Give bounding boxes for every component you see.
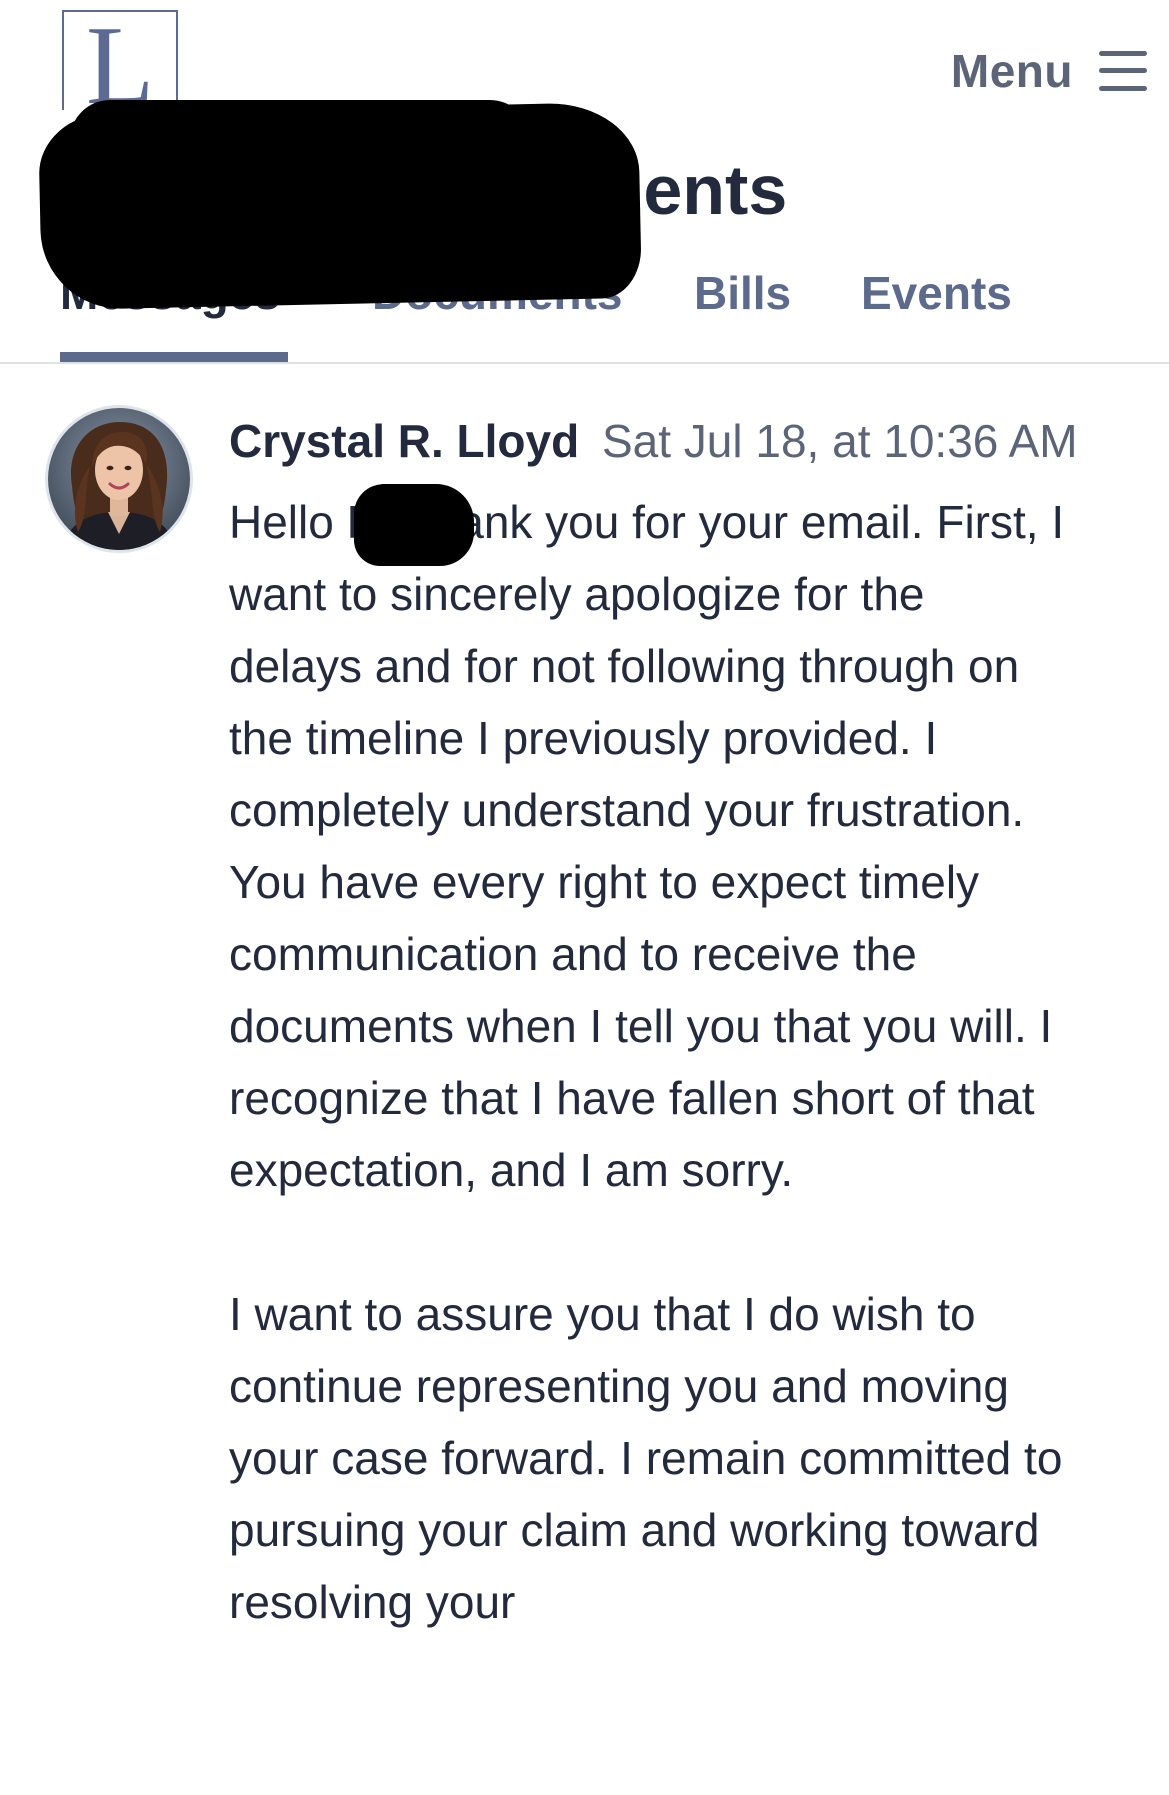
menu-label: Menu [950, 45, 1073, 97]
avatar [48, 408, 190, 550]
message-paragraph: I want to assure you that I do wish to c… [229, 1288, 1063, 1628]
message-paragraph: Hello R. Thank you for your email. First… [229, 496, 1065, 1196]
tab-bills[interactable]: Bills [694, 266, 791, 320]
message-body: Hello R. Thank you for your email. First… [229, 486, 1069, 1710]
firm-logo[interactable]: L [62, 10, 178, 122]
hamburger-icon [1099, 49, 1147, 93]
menu-button[interactable]: Menu [951, 44, 1147, 98]
redaction-mark [70, 100, 530, 180]
message-header: Crystal R. Lloyd Sat Jul 18, at 10:36 AM [229, 414, 1078, 468]
avatar-photo [48, 408, 190, 550]
message-timestamp: Sat Jul 18, at 10:36 AM [601, 415, 1078, 467]
sender-name[interactable]: Crystal R. Lloyd [229, 415, 579, 467]
tab-events[interactable]: Events [861, 266, 1012, 320]
active-tab-indicator [60, 352, 288, 362]
redaction-mark [354, 484, 474, 566]
